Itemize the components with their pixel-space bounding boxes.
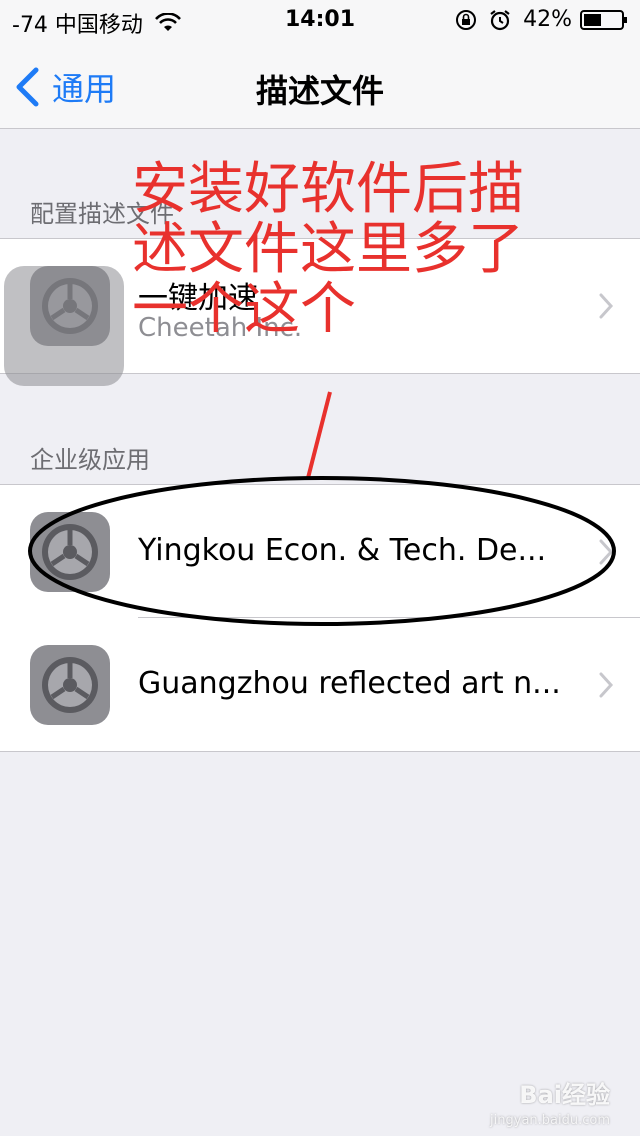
gear-icon (30, 512, 110, 592)
watermark-url: jingyan.baidu.com (490, 1113, 610, 1128)
page-title: 描述文件 (255, 72, 384, 110)
watermark-logo: Bai经验 (519, 1081, 610, 1109)
enterprise-apps-group: Yingkou Econ. & Tech. De... Guangzhou re… (0, 484, 640, 752)
alarm-icon (490, 9, 510, 30)
annotation-text: 安装好软件后描 述文件这里多了 一个这个 (132, 157, 524, 342)
enterprise-app-title: Yingkou Econ. & Tech. De... (138, 533, 547, 568)
status-right: 42% (455, 7, 628, 32)
enterprise-app-title: Guangzhou reflected art n... (138, 666, 561, 701)
navigation-bar: 通用 描述文件 (0, 40, 640, 129)
battery-icon (580, 9, 627, 30)
gear-icon (30, 645, 110, 725)
enterprise-row-guangzhou[interactable]: Guangzhou reflected art n... (0, 618, 640, 751)
annotation-arrow-line (306, 391, 332, 479)
rotation-lock-icon (456, 9, 477, 30)
chevron-right-icon (599, 293, 614, 319)
chevron-right-icon (599, 539, 614, 565)
status-bar: -74 中国移动 14:01 42% (0, 0, 640, 40)
ghost-icon-overlay (4, 266, 124, 386)
battery-percent: 42% (523, 7, 572, 32)
chevron-right-icon (599, 672, 614, 698)
enterprise-row-yingkou[interactable]: Yingkou Econ. & Tech. De... (0, 485, 640, 618)
section-header-enterprise-apps: 企业级应用 (30, 446, 150, 474)
